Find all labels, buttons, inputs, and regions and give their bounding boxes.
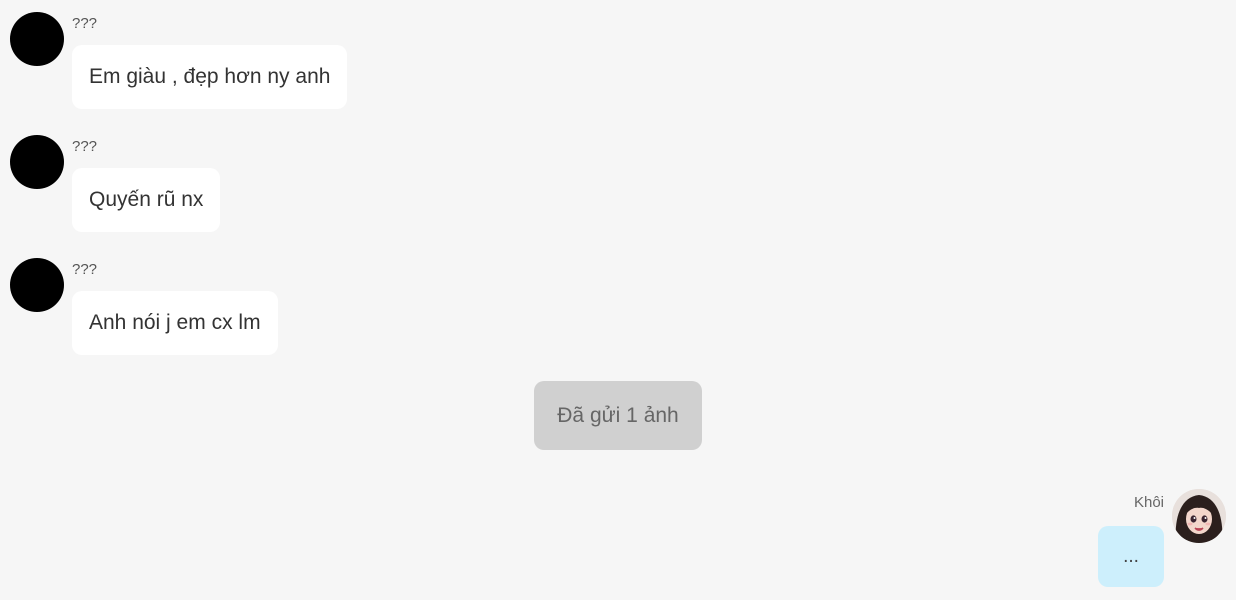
chat-thread: ??? Em giàu , đẹp hơn ny anh ??? Quyến r…	[0, 0, 1236, 600]
outgoing-message: Khôi ...	[926, 489, 1226, 589]
avatar[interactable]	[10, 12, 64, 66]
message-bubble[interactable]: Quyến rũ nx	[72, 168, 221, 232]
message-bubble[interactable]: ...	[1098, 526, 1164, 587]
sender-name: ???	[72, 138, 98, 155]
message-bubble[interactable]: Em giàu , đẹp hơn ny anh	[72, 45, 348, 109]
message-bubble[interactable]: Anh nói j em cx lm	[72, 291, 278, 355]
avatar[interactable]	[10, 258, 64, 312]
incoming-message: ??? Quyến rũ nx	[10, 135, 610, 245]
sender-name: ???	[72, 15, 98, 32]
sender-name: ???	[72, 261, 98, 278]
sender-name: Khôi	[1133, 494, 1164, 511]
incoming-message: ??? Em giàu , đẹp hơn ny anh	[10, 12, 610, 122]
sent-image-notice[interactable]: Đã gửi 1 ảnh	[534, 381, 702, 450]
avatar[interactable]	[1172, 489, 1226, 543]
incoming-message: ??? Anh nói j em cx lm	[10, 258, 610, 368]
avatar[interactable]	[10, 135, 64, 189]
anime-girl-avatar-icon	[1172, 489, 1226, 543]
